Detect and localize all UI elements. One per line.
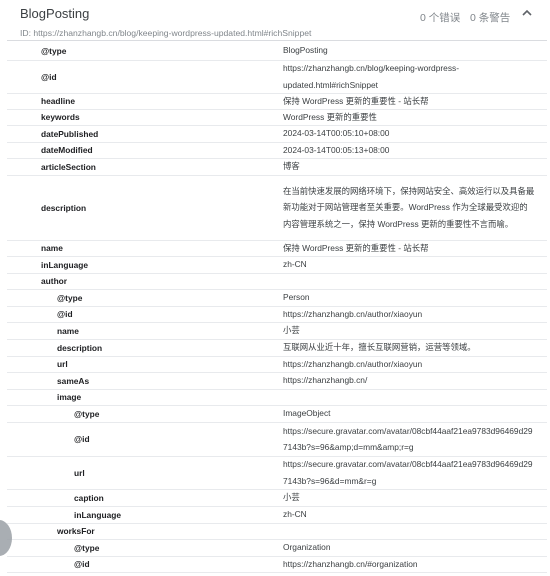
property-value: https://secure.gravatar.com/avatar/08cbf… — [283, 425, 533, 453]
chevron-up-icon — [522, 9, 532, 16]
property-key: @id — [74, 559, 90, 569]
property-row: @id https://zhanzhangb.cn/author/xiaoyun — [7, 306, 547, 323]
property-value: https://zhanzhangb.cn/author/xiaoyun — [283, 308, 423, 319]
property-value: https://zhanzhangb.cn/author/xiaoyun — [283, 358, 423, 369]
property-value: 博客 — [283, 161, 300, 172]
property-row: keywords WordPress 更新的重要性 — [7, 109, 547, 126]
property-key: @id — [74, 434, 90, 444]
property-key: @id — [41, 71, 57, 82]
property-row: @id https://zhanzhangb.cn/blog/keeping-wo… — [7, 60, 547, 94]
property-key: dateModified — [41, 145, 93, 155]
property-value: https://zhanzhangb.cn/blog/keeping-wordp… — [283, 63, 459, 90]
property-value: 小芸 — [283, 492, 300, 503]
property-key: datePublished — [41, 128, 99, 139]
property-row: datePublished 2024-03-14T00:05:10+08:00 — [7, 125, 547, 143]
property-key: description — [57, 342, 103, 353]
property-value: 保持 WordPress 更新的重要性 - 站长帮 — [283, 95, 429, 106]
property-key: url — [57, 359, 68, 369]
property-value: https://zhanzhangb.cn/#organization — [283, 558, 418, 569]
property-value: WordPress 更新的重要性 — [283, 111, 377, 122]
property-key: name — [57, 325, 79, 336]
property-row: url https://secure.gravatar.com/avatar/08… — [7, 456, 547, 490]
property-row: @id https://secure.gravatar.com/avatar/08… — [7, 422, 547, 457]
property-value: https://zhanzhangb.cn/ — [283, 375, 368, 386]
property-key: author — [41, 276, 68, 286]
property-value — [283, 523, 535, 539]
property-row: @type Person — [7, 289, 547, 307]
property-key: inLanguage — [41, 259, 88, 270]
property-value: BlogPosting — [283, 45, 328, 56]
property-value: zh-CN — [283, 259, 307, 270]
property-row: dateModified 2024-03-14T00:05:13+08:00 — [7, 142, 547, 159]
property-value — [283, 273, 535, 289]
property-row: @type BlogPosting — [7, 41, 547, 61]
property-value: ImageObject — [283, 408, 331, 419]
property-key: keywords — [41, 112, 80, 122]
property-key: @type — [74, 408, 100, 419]
result-card-header: BlogPosting 0 个错误 0 条警告 ID: https://zhan… — [0, 0, 550, 42]
error-count: 0 个错误 — [420, 12, 461, 24]
property-row: @id https://zhanzhangb.cn/#organization — [7, 556, 547, 573]
property-row: image — [7, 389, 547, 406]
property-key: headline — [41, 96, 75, 106]
property-value: https://secure.gravatar.com/avatar/08cbf… — [283, 459, 533, 486]
property-row: author — [7, 273, 547, 290]
property-key: description — [41, 202, 87, 213]
property-value — [283, 389, 535, 405]
property-row: name 小芸 — [7, 322, 547, 340]
property-key: @type — [74, 542, 100, 553]
property-key: image — [57, 392, 82, 402]
property-value: 2024-03-14T00:05:10+08:00 — [283, 128, 390, 139]
property-key: url — [74, 467, 85, 478]
item-id: ID: https://zhanzhangb.cn/blog/keeping-w… — [20, 28, 312, 38]
warning-count: 0 条警告 — [470, 12, 511, 24]
property-key: articleSection — [41, 161, 96, 172]
property-value: 小芸 — [283, 325, 300, 336]
property-row: articleSection 博客 — [7, 158, 547, 176]
property-key: @type — [57, 292, 83, 303]
property-row: description 在当前快速发展的网络环境下，保持网站安全、高效运行以及具备… — [7, 175, 547, 241]
property-value: zh-CN — [283, 509, 307, 520]
property-key: caption — [74, 492, 104, 503]
property-row: @type ImageObject — [7, 405, 547, 423]
property-key: @id — [57, 309, 73, 319]
property-key: inLanguage — [74, 509, 121, 520]
property-table: @type BlogPosting @id https://zhanzhangb.c… — [7, 40, 547, 573]
property-key: sameAs — [57, 375, 90, 386]
property-row: inLanguage zh-CN — [7, 506, 547, 524]
property-row: inLanguage zh-CN — [7, 256, 547, 274]
property-value: 保持 WordPress 更新的重要性 - 站长帮 — [283, 242, 429, 253]
property-value: Person — [283, 292, 310, 303]
property-row: worksFor — [7, 523, 547, 540]
property-value: 互联网从业近十年，擅长互联网营销，运营等领域。 — [283, 342, 476, 353]
item-type-title: BlogPosting — [20, 6, 90, 21]
property-row: name 保持 WordPress 更新的重要性 - 站长帮 — [7, 240, 547, 257]
property-row: @type Organization — [7, 539, 547, 557]
property-row: caption 小芸 — [7, 489, 547, 507]
property-key: @type — [41, 45, 67, 56]
property-row: sameAs https://zhanzhangb.cn/ — [7, 372, 547, 390]
property-row: url https://zhanzhangb.cn/author/xiaoyun — [7, 356, 547, 373]
property-row: headline 保持 WordPress 更新的重要性 - 站长帮 — [7, 93, 547, 110]
property-key: name — [41, 243, 63, 253]
property-value: Organization — [283, 542, 331, 553]
collapse-button[interactable] — [520, 6, 534, 20]
property-value: 在当前快速发展的网络环境下，保持网站安全、高效运行以及具备最新功能对于网站管理者… — [283, 185, 535, 229]
property-row: description 互联网从业近十年，擅长互联网营销，运营等领域。 — [7, 339, 547, 357]
property-key: worksFor — [57, 526, 95, 536]
property-value: 2024-03-14T00:05:13+08:00 — [283, 144, 390, 155]
